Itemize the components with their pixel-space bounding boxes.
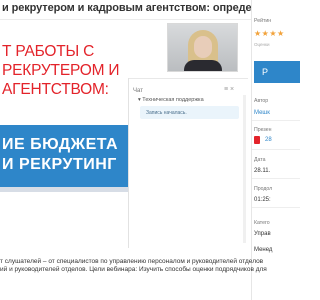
category-value: Управ (254, 231, 271, 237)
slide-blue-band: ИЕ БЮДЖЕТА И РЕКРУТИНГ (0, 125, 128, 187)
author-label: Автор (254, 98, 269, 104)
date-label: Дата (254, 157, 266, 163)
presentation-link[interactable]: 28 (265, 137, 272, 143)
speaker-body (184, 60, 222, 71)
ratings-caption: Оценки (254, 42, 270, 47)
slide-text-block: Т РАБОТЫ С РЕКРУТЕРОМ И АГЕНТСТВОМ: (0, 42, 128, 99)
sidebar-divider (252, 149, 300, 150)
presentation-label: Презен (254, 127, 272, 133)
pdf-icon[interactable] (254, 136, 260, 144)
sidebar-divider (252, 120, 300, 121)
sidebar-divider (252, 207, 300, 208)
chat-author-name: Техническая поддержка (142, 97, 204, 103)
speaker-video[interactable] (167, 23, 238, 72)
description-line-2: ий и руководителей отделов. Цели вебинар… (0, 266, 267, 273)
slide-line-1: Т РАБОТЫ С (2, 43, 95, 60)
duration-value: 01:25: (254, 197, 271, 203)
chat-panel (128, 78, 248, 248)
action-button[interactable]: Р (254, 61, 300, 83)
band-line-2: И РЕКРУТИНГ (2, 156, 117, 173)
slide-line-2: РЕКРУТЕРОМ И (2, 62, 120, 79)
rating-label: Рейтин (254, 18, 272, 24)
chat-scrollbar[interactable] (243, 95, 246, 243)
rating-stars-icon[interactable]: ★★★★ (254, 29, 285, 38)
chat-controls-icon[interactable]: ≡ × (224, 86, 234, 93)
author-link[interactable]: Мешк (254, 110, 270, 116)
chat-author: ▾ Техническая поддержка (138, 97, 204, 103)
chat-label: Чат (133, 88, 143, 94)
webinar-description: т слушателей – от специалистов по управл… (0, 258, 300, 274)
category-extra: Менед (254, 247, 273, 253)
category-label: Катего (254, 220, 270, 226)
slide-bottom-strip (0, 187, 128, 192)
band-line-1: ИЕ БЮДЖЕТА (2, 136, 119, 153)
speaker-face (194, 36, 212, 58)
description-line-1: т слушателей – от специалистов по управл… (0, 258, 264, 265)
sidebar-divider (252, 178, 300, 179)
slide-line-3: АГЕНТСТВОМ: (2, 81, 109, 98)
duration-label: Продол (254, 186, 273, 192)
date-value: 28.11. (254, 168, 271, 174)
presentation-slide: Т РАБОТЫ С РЕКРУТЕРОМ И АГЕНТСТВОМ: ИЕ Б… (0, 28, 128, 192)
chat-message: Запись началась. (140, 106, 239, 119)
